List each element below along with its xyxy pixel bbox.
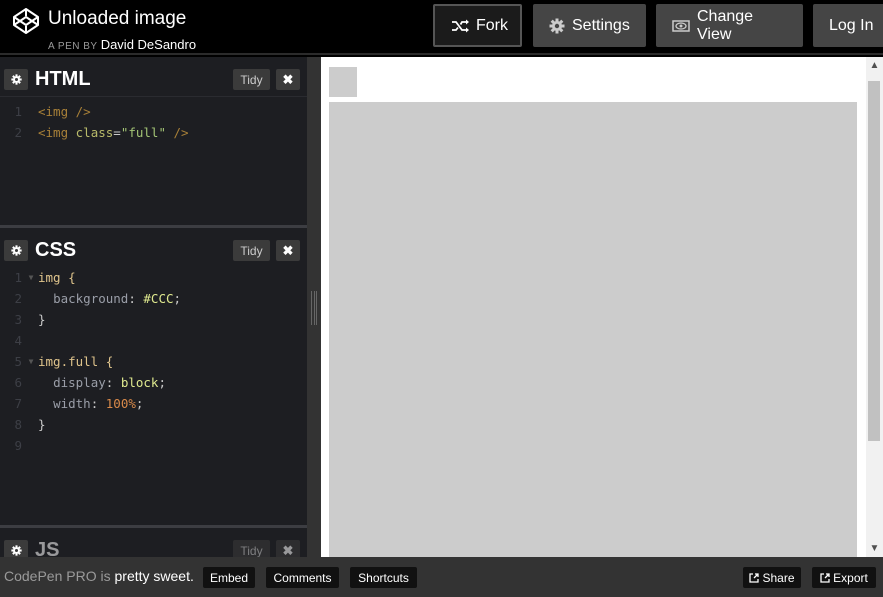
- share-label: Share: [762, 570, 795, 585]
- header: Unloaded image A PEN BY David DeSandro F…: [0, 0, 883, 55]
- line-number: 1: [14, 104, 22, 119]
- line-number: 3: [14, 312, 22, 327]
- css-value: block: [120, 375, 159, 390]
- scroll-down-icon[interactable]: ▼: [866, 540, 883, 557]
- code-token: <img: [38, 125, 76, 140]
- code-line: 6 display: block;: [0, 372, 307, 393]
- html-pane-header: HTML Tidy ✖: [0, 57, 307, 97]
- line-number: 1: [14, 270, 22, 285]
- gear-icon: [10, 545, 22, 556]
- promo-brand: CodePen PRO: [4, 568, 97, 584]
- comments-button[interactable]: Comments: [266, 567, 339, 588]
- line-number: 2: [14, 291, 22, 306]
- css-property: width: [53, 396, 91, 411]
- gear-icon: [10, 245, 22, 256]
- login-button[interactable]: Log In: [813, 4, 883, 47]
- drag-handle-icon[interactable]: [311, 291, 317, 325]
- gear-icon: [10, 74, 22, 85]
- fold-arrow-icon[interactable]: ▼: [24, 351, 38, 372]
- line-number: 8: [14, 417, 22, 432]
- scroll-up-icon[interactable]: ▲: [866, 57, 883, 74]
- css-pane-header: CSS Tidy ✖: [0, 228, 307, 268]
- code-line: 1 <img />: [0, 101, 307, 122]
- byline-prefix: A PEN BY: [48, 41, 98, 52]
- code-line: 3 }: [0, 309, 307, 330]
- line-number: 2: [14, 125, 22, 140]
- editors-column: HTML Tidy ✖ 1 <img /> 2 <img class = "full…: [0, 57, 307, 568]
- code-token: <img />: [38, 104, 91, 119]
- resize-gutter[interactable]: [307, 57, 321, 557]
- pen-byline: A PEN BY David DeSandro: [48, 37, 196, 52]
- css-property: background: [53, 291, 129, 306]
- line-number: 9: [14, 438, 22, 453]
- code-line: 2 <img class = "full" />: [0, 122, 307, 143]
- promo-rest: pretty sweet.: [114, 568, 194, 584]
- css-value: 100%: [105, 396, 136, 411]
- html-code-editor[interactable]: 1 <img /> 2 <img class = "full" />: [0, 101, 307, 225]
- scroll-thumb[interactable]: [868, 81, 880, 441]
- code-text: }: [38, 417, 46, 432]
- code-line: 5 ▼ img.full {: [0, 351, 307, 372]
- settings-button[interactable]: Settings: [533, 4, 646, 47]
- fork-label: Fork: [476, 16, 508, 34]
- preview-frame[interactable]: ▲ ▼: [321, 57, 883, 557]
- line-number: 5: [14, 354, 22, 369]
- code-line: 8 }: [0, 414, 307, 435]
- code-line: 4: [0, 330, 307, 351]
- codepen-logo-icon[interactable]: [12, 7, 40, 35]
- css-settings-button[interactable]: [4, 240, 28, 261]
- preview-scrollbar[interactable]: ▲ ▼: [866, 57, 883, 557]
- share-icon: [749, 572, 760, 583]
- change-view-button[interactable]: Change View: [656, 4, 803, 47]
- code-line: 7 width: 100%;: [0, 393, 307, 414]
- settings-label: Settings: [572, 16, 630, 34]
- css-close-button[interactable]: ✖: [276, 240, 300, 261]
- html-settings-button[interactable]: [4, 69, 28, 90]
- share-button[interactable]: Share: [743, 567, 801, 588]
- css-tidy-button[interactable]: Tidy: [233, 240, 270, 261]
- preview-image-full: [329, 102, 857, 557]
- pen-title[interactable]: Unloaded image: [48, 8, 186, 30]
- export-label: Export: [833, 570, 868, 585]
- code-token: "full": [120, 125, 166, 140]
- fork-icon: [452, 19, 469, 32]
- fork-button[interactable]: Fork: [433, 4, 522, 47]
- embed-button[interactable]: Embed: [203, 567, 255, 588]
- code-token: =: [113, 125, 121, 140]
- export-icon: [820, 572, 830, 583]
- preview-image-small: [329, 67, 357, 97]
- css-code-editor[interactable]: 1 ▼ img { 2 background: #CCC; 3 } 4 5 ▼ …: [0, 267, 307, 525]
- line-number: 7: [14, 396, 22, 411]
- code-line: 9: [0, 435, 307, 456]
- shortcuts-button[interactable]: Shortcuts: [350, 567, 417, 588]
- promo-is: is: [96, 568, 115, 584]
- pro-promo-link[interactable]: CodePen PRO is pretty sweet.: [4, 568, 194, 584]
- eye-icon: [672, 19, 690, 32]
- footer: CodePen PRO is pretty sweet. Embed Comme…: [0, 557, 883, 597]
- css-value: #CCC: [143, 291, 174, 306]
- gear-icon: [549, 18, 565, 33]
- html-close-button[interactable]: ✖: [276, 69, 300, 90]
- login-label: Log In: [829, 16, 874, 34]
- fold-arrow-icon[interactable]: ▼: [24, 267, 38, 288]
- code-token: />: [165, 125, 189, 140]
- css-pane-title: CSS: [35, 239, 77, 261]
- html-pane-title: HTML: [35, 68, 91, 90]
- author-link[interactable]: David DeSandro: [101, 37, 196, 52]
- html-tidy-button[interactable]: Tidy: [233, 69, 270, 90]
- code-token: class: [75, 125, 114, 140]
- code-text: }: [38, 312, 46, 327]
- code-text: img {: [38, 270, 76, 285]
- code-text: img.full {: [38, 354, 114, 369]
- export-button[interactable]: Export: [812, 567, 876, 588]
- line-number: 4: [14, 333, 22, 348]
- code-line: 2 background: #CCC;: [0, 288, 307, 309]
- css-property: display: [53, 375, 106, 390]
- change-view-label: Change View: [697, 7, 754, 43]
- code-line: 1 ▼ img {: [0, 267, 307, 288]
- line-number: 6: [14, 375, 22, 390]
